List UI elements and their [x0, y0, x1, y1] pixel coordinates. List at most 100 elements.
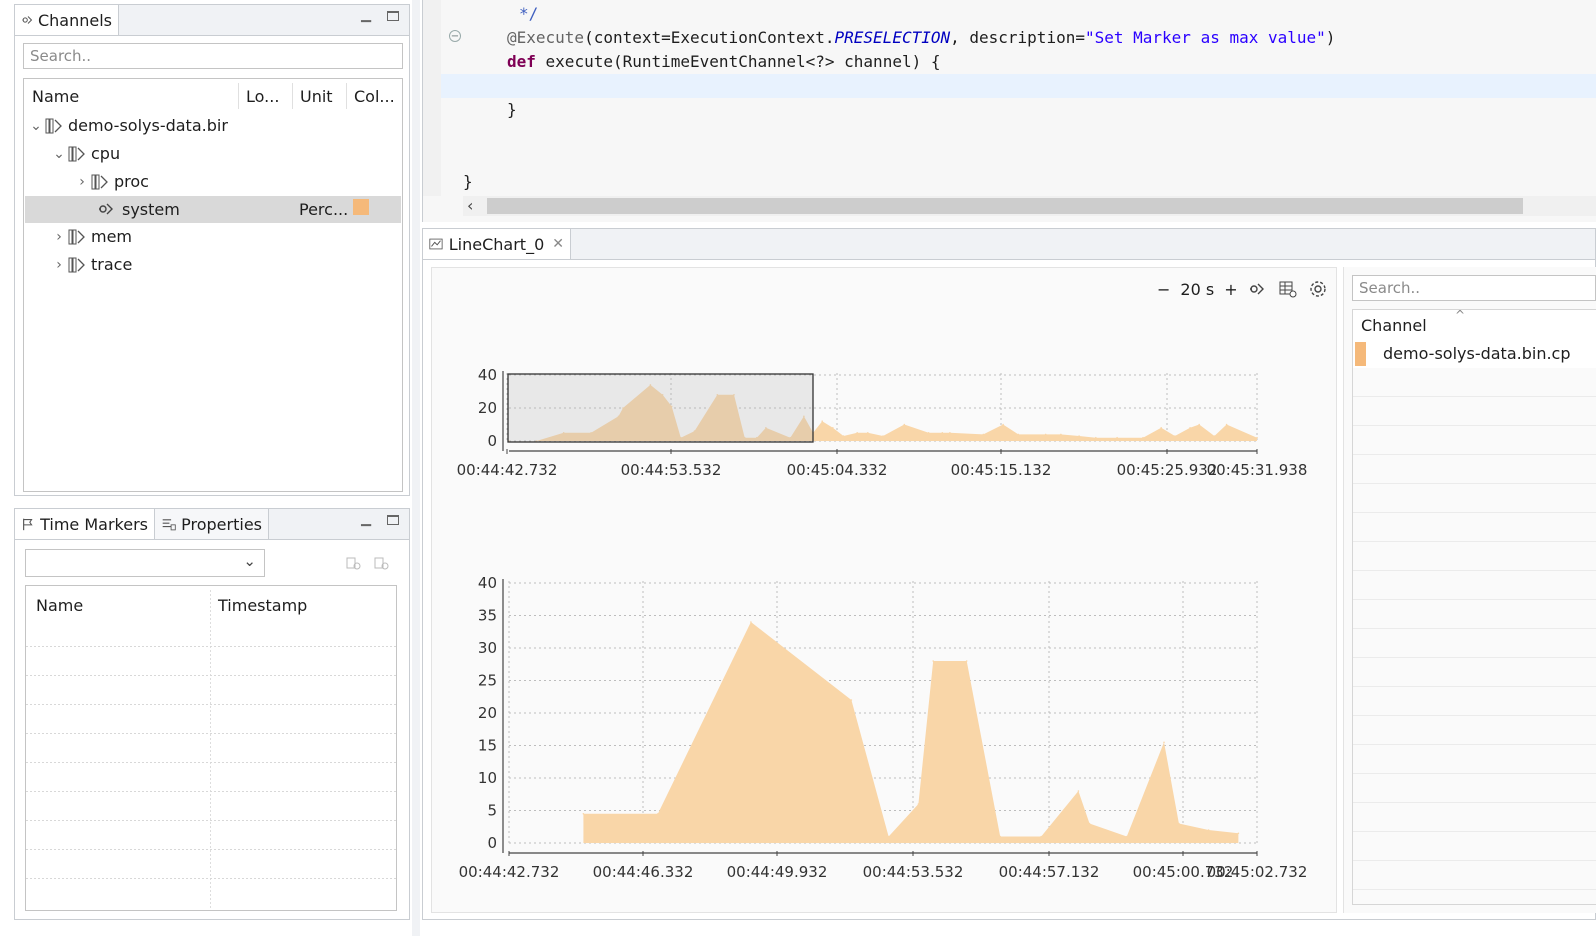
add-channel-icon[interactable] — [1248, 280, 1268, 298]
data-point — [999, 835, 1001, 838]
data-point — [1160, 427, 1162, 429]
legend-search-input[interactable]: Search.. — [1352, 275, 1596, 301]
tree-item-mem[interactable]: › mem — [51, 223, 132, 250]
chevron-down-icon[interactable]: ⌄ — [51, 146, 67, 162]
chart-tabbar: LineChart_0 ✕ — [423, 229, 1595, 260]
column-timestamp[interactable]: Timestamp — [218, 596, 307, 615]
tab-properties-label: Properties — [181, 514, 262, 534]
legend-header[interactable]: Channel ^ — [1353, 308, 1596, 341]
tree-item-trace[interactable]: › trace — [51, 251, 132, 278]
channel-color-swatch[interactable] — [353, 199, 369, 215]
minimize-button[interactable]: ▁ — [359, 513, 373, 526]
column-name[interactable]: Name — [32, 87, 79, 106]
table-row — [26, 849, 396, 850]
data-point — [1088, 822, 1091, 825]
maximize-button[interactable] — [387, 11, 399, 21]
chevron-right-icon[interactable]: › — [51, 229, 67, 245]
tree-item-demo-file[interactable]: ⌄ demo-solys-data.bir — [28, 112, 228, 139]
column-color[interactable]: Col... — [354, 87, 395, 106]
legend-color-swatch — [1355, 342, 1366, 366]
y-tick-label: 30 — [478, 639, 497, 657]
column-divider — [210, 590, 211, 910]
tab-time-markers[interactable]: Time Markers — [15, 509, 155, 539]
x-tick-label: 00:44:49.932 — [727, 863, 828, 881]
data-point — [856, 432, 858, 434]
data-point — [850, 699, 853, 701]
column-location[interactable]: Lo... — [246, 87, 279, 106]
channel-group-icon — [68, 257, 85, 272]
data-point — [867, 432, 869, 434]
tab-linechart[interactable]: LineChart_0 ✕ — [423, 229, 571, 259]
remove-marker-icon[interactable] — [373, 555, 389, 571]
editor-ruler — [423, 0, 441, 196]
tab-time-markers-label: Time Markers — [40, 514, 148, 534]
data-point — [832, 427, 834, 429]
horizontal-scrollbar[interactable]: ‹ — [463, 196, 1596, 216]
zoom-in-button[interactable]: + — [1224, 280, 1237, 299]
channel-icon — [99, 203, 113, 215]
line-chart-icon — [429, 238, 443, 250]
tree-item-system[interactable]: system Perc... — [25, 196, 401, 223]
data-point — [941, 432, 944, 434]
table-row — [26, 878, 396, 879]
chevron-right-icon[interactable]: › — [74, 174, 90, 190]
chevron-right-icon[interactable]: › — [51, 257, 67, 273]
scroll-left-icon[interactable]: ‹ — [467, 196, 473, 215]
selection-window — [507, 373, 814, 443]
tree-item-cpu[interactable]: ⌄ cpu — [51, 140, 120, 167]
y-tick-label: 15 — [478, 737, 497, 755]
tab-properties[interactable]: Properties — [155, 509, 269, 539]
data-point — [1178, 822, 1180, 825]
duration-label: 20 s — [1180, 279, 1215, 299]
gear-icon[interactable] — [1308, 279, 1328, 299]
x-tick-label: 00:45:04.332 — [787, 461, 888, 479]
y-tick-label: 10 — [478, 769, 497, 787]
data-point — [965, 660, 968, 662]
table-row — [26, 733, 396, 734]
markers-tabbar: Time Markers Properties ▁ — [15, 509, 409, 540]
add-marker-icon[interactable] — [345, 555, 361, 571]
data-point — [1095, 436, 1097, 439]
main-chart[interactable]: 0 5 10 15 20 25 30 35 40 00:44:42.732 00:44:46.332… — [431, 565, 1337, 895]
legend-row[interactable]: demo-solys-data.bin.cp — [1353, 340, 1596, 368]
zoom-out-button[interactable]: − — [1157, 280, 1170, 299]
export-table-icon[interactable] — [1278, 280, 1298, 298]
script-editor[interactable]: − */ @Execute(context=ExecutionContext.P… — [422, 0, 1596, 222]
column-divider — [292, 83, 293, 109]
annotation-open: (context=ExecutionContext. — [584, 28, 835, 47]
x-tick-label: 00:44:53.532 — [621, 461, 722, 479]
data-point — [1060, 433, 1062, 436]
data-point — [887, 835, 890, 838]
data-point — [657, 813, 659, 815]
column-unit[interactable]: Unit — [300, 87, 333, 106]
scrollbar-thumb[interactable] — [487, 198, 1523, 214]
overview-chart[interactable]: 0 20 40 00:44:42.732 00:44:53.532 00:45:04.33… — [431, 369, 1337, 509]
y-tick-label: 20 — [478, 399, 497, 417]
data-point — [1225, 423, 1228, 426]
minimize-button[interactable]: ▁ — [359, 9, 373, 22]
chart-view: LineChart_0 ✕ − 20 s + 0 20 40 00:44:42.732… — [422, 228, 1596, 920]
column-name[interactable]: Name — [36, 596, 83, 615]
def-rest: execute(RuntimeEventChannel<?> channel) … — [535, 52, 941, 71]
column-divider — [238, 83, 239, 109]
chevron-down-icon: ⌄ — [243, 552, 256, 570]
channels-search-input[interactable]: Search.. — [23, 43, 403, 69]
channel-legend-panel: Search.. Channel ^ demo-solys-data.bin.c… — [1343, 267, 1596, 913]
maximize-button[interactable] — [387, 515, 399, 525]
data-point — [1213, 435, 1216, 437]
annotation-mid: , description= — [950, 28, 1085, 47]
close-icon[interactable]: ✕ — [552, 236, 564, 252]
x-tick-label: 00:44:57.132 — [999, 863, 1100, 881]
data-point — [917, 803, 920, 805]
vertical-sash[interactable] — [412, 0, 420, 936]
collapse-marker-icon[interactable]: − — [449, 30, 461, 42]
tab-channels[interactable]: Channels — [15, 5, 119, 35]
chevron-down-icon[interactable]: ⌄ — [28, 118, 44, 134]
tree-item-proc[interactable]: › proc — [74, 168, 149, 195]
x-tick-label: 00:45:02.732 — [1207, 863, 1308, 881]
annotation-at: @Execute — [507, 28, 585, 47]
data-point — [1078, 435, 1080, 437]
data-point — [932, 660, 934, 662]
data-point — [1017, 433, 1020, 436]
marker-dropdown[interactable]: ⌄ — [25, 549, 265, 577]
